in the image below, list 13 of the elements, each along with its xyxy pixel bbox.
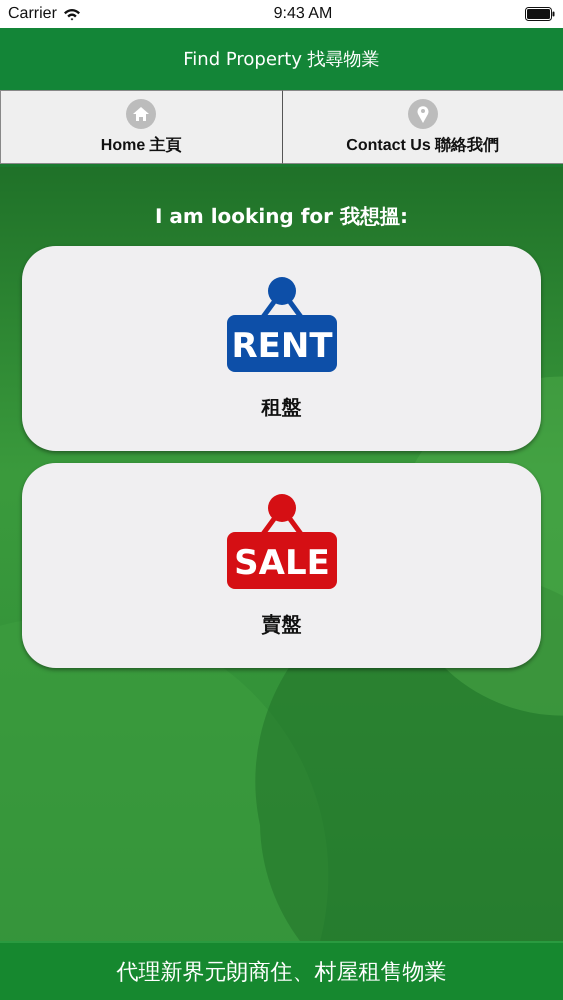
app-title: Find Property 找尋物業 bbox=[183, 48, 380, 71]
carrier-label: Carrier bbox=[8, 5, 57, 23]
option-card[interactable]: SALE 賣盤 bbox=[22, 463, 541, 668]
nav-tab[interactable]: Contact Us 聯絡我們 bbox=[282, 90, 563, 164]
battery-icon bbox=[525, 7, 555, 21]
clock-time: 9:43 AM bbox=[274, 5, 332, 23]
home-icon bbox=[126, 98, 156, 128]
location-pin-icon bbox=[408, 98, 438, 128]
prompt-text: I am looking for 我想搵: bbox=[155, 203, 408, 230]
wifi-icon bbox=[62, 8, 81, 20]
nav-tab[interactable]: Home 主頁 bbox=[0, 90, 282, 164]
option-card[interactable]: RENT 租盤 bbox=[22, 246, 541, 451]
footer-text: 代理新界元朗商住、村屋租售物業 bbox=[116, 958, 446, 986]
